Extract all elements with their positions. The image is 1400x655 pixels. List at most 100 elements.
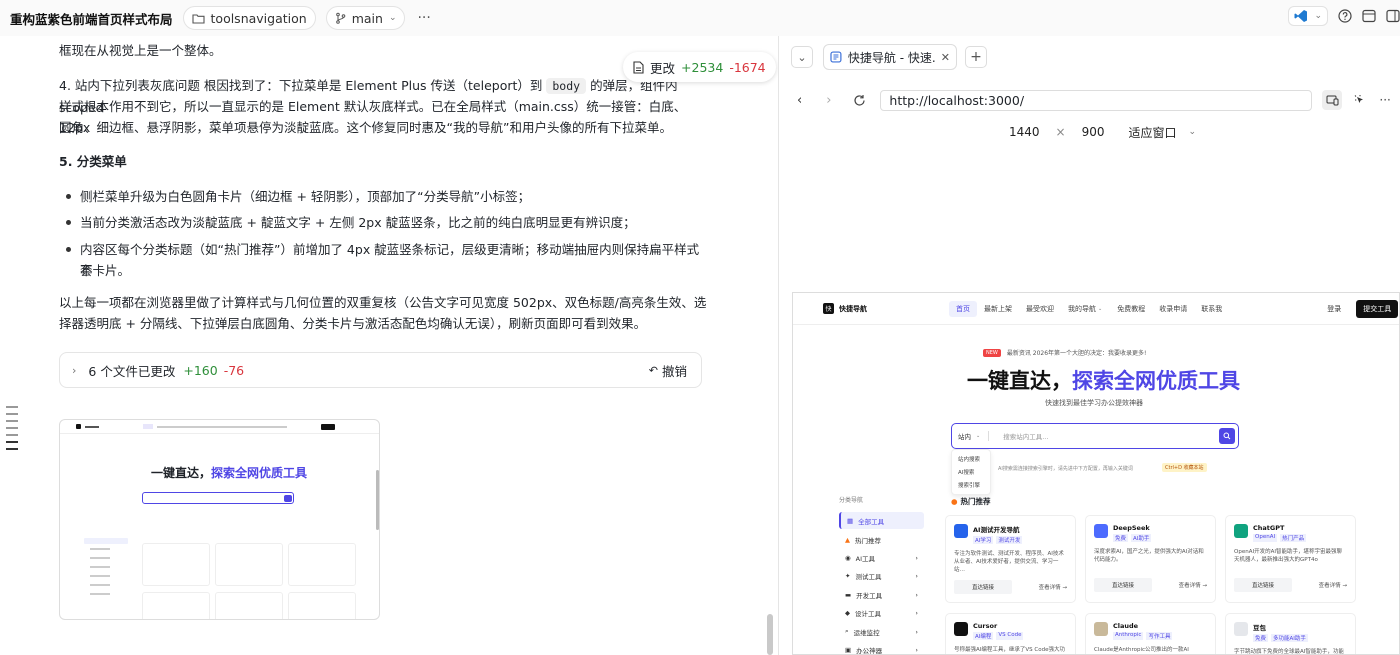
- undo-button[interactable]: ↶ 撤销: [649, 361, 687, 380]
- category-office[interactable]: ▣ 办公神器 ›: [839, 641, 924, 655]
- summary-line-1: 以上每一项都在浏览器里做了计算样式与几何位置的双重复核（公告文字可见宽度 502…: [59, 295, 707, 310]
- submit-tool-button[interactable]: 提交工具: [1356, 299, 1399, 318]
- device-toolbar-button[interactable]: [1322, 90, 1343, 110]
- tool-description: Claude是Anthropic公司推出的一款AI: [1094, 647, 1189, 653]
- details-link[interactable]: 查看详情 →: [1319, 581, 1347, 589]
- new-tab-button[interactable]: +: [965, 46, 987, 68]
- chevron-right-icon: ›: [915, 553, 918, 562]
- nav-contact[interactable]: 联系我: [1194, 301, 1229, 317]
- nav-tutorials[interactable]: 免费教程: [1110, 301, 1152, 317]
- fit-window-select[interactable]: 适应窗口: [1129, 124, 1177, 141]
- chevron-down-icon: ⌄: [1098, 305, 1103, 312]
- reload-icon[interactable]: [853, 94, 866, 107]
- forward-icon[interactable]: ›: [826, 93, 831, 108]
- tool-card[interactable]: DeepSeek 免费 AI助手 深度求索AI，国产之光，提供强大的AI对话和代码…: [1085, 515, 1216, 603]
- outline-minimap[interactable]: [6, 406, 18, 455]
- viewport-size-bar: 1440 × 900 适应窗口 ⌄: [779, 122, 1400, 142]
- changes-pill[interactable]: 更改 +2534 -1674: [623, 52, 776, 82]
- folder-chip[interactable]: toolsnavigation: [182, 6, 316, 30]
- category-ai[interactable]: ◉ AI工具 ›: [839, 549, 924, 566]
- nav-my-nav[interactable]: 我的导航: [1061, 301, 1103, 317]
- search-button[interactable]: [1219, 428, 1235, 444]
- chevron-right-icon: ›: [915, 608, 918, 617]
- new-badge: NEW: [983, 348, 1001, 357]
- help-icon[interactable]: [1338, 9, 1352, 23]
- url-input[interactable]: http://localhost:3000/: [880, 89, 1313, 111]
- chevron-right-icon: ›: [915, 590, 918, 599]
- close-tab-icon[interactable]: ✕: [941, 51, 950, 64]
- more-icon[interactable]: ···: [1379, 93, 1390, 107]
- dropdown-item[interactable]: AI搜索: [958, 467, 990, 480]
- visit-button[interactable]: 直达链接: [954, 580, 1013, 594]
- tool-card[interactable]: AI测试开发导航 AI学习 测试开发 专注为软件测试、测试开发、程序员、AI技术从…: [945, 515, 1076, 603]
- dropdown-item[interactable]: 站内搜索: [958, 454, 990, 467]
- thumbnail-hero: 一键直达，探索全网优质工具: [151, 466, 308, 480]
- tool-card[interactable]: Cursor AI编程 VS Code 号称最强AI编程工具，继承了VS Code…: [945, 613, 1076, 654]
- back-icon[interactable]: ‹: [797, 93, 802, 108]
- bullet-item: 内容区每个分类标题（如“热门推荐”）前增加了 4px 靛蓝竖条标记，层级更清晰；…: [66, 239, 710, 281]
- category-testing[interactable]: ✦ 测试工具 ›: [839, 567, 924, 584]
- tool-description: 深度求索AI，国产之光，提供强大的AI对话和代码能力。: [1094, 549, 1204, 563]
- announcement-text: 最新资讯 2026年第一个大胆的决定：我要收录更多!: [1006, 350, 1147, 357]
- viewport-width[interactable]: 1440: [1009, 125, 1040, 139]
- monitor-icon: ▬: [845, 590, 852, 599]
- chat-scrollbar[interactable]: [767, 614, 773, 655]
- screenshot-thumbnail[interactable]: 一键直达，探索全网优质工具: [59, 419, 380, 620]
- category-hot[interactable]: ▲ 热门推荐: [839, 531, 924, 548]
- search-input[interactable]: 搜索站内工具...: [1003, 431, 1048, 441]
- chevron-right-icon: ›: [915, 627, 918, 636]
- browser-tab-bar: ⌄ 快捷导航 - 快速. ✕ +: [779, 36, 1400, 78]
- category-ops[interactable]: ⌕ 运维监控 ›: [839, 623, 924, 640]
- fire-icon: ▲: [845, 535, 850, 544]
- nav-submit-request[interactable]: 收录申请: [1152, 301, 1194, 317]
- nav-latest[interactable]: 最新上架: [977, 301, 1019, 317]
- undo-label: 撤销: [661, 363, 687, 379]
- fire-icon: ●: [951, 497, 958, 506]
- chatgpt-icon: [1234, 524, 1248, 538]
- summary-line-2: 择器透明底 + 分隔线、下拉弹层白底圆角、分类卡片与激活态配色均确认无误），刷新…: [59, 316, 647, 331]
- more-options-icon[interactable]: ···: [417, 10, 430, 26]
- vscode-open-button[interactable]: ⌄: [1288, 6, 1328, 26]
- nav-home[interactable]: 首页: [949, 300, 977, 317]
- inspect-icon[interactable]: [1354, 94, 1367, 107]
- branch-selector[interactable]: main ⌄: [325, 6, 406, 30]
- thumbnail-navbar: [60, 420, 379, 434]
- tool-card[interactable]: ChatGPT OpenAI 热门产品 OpenAI开发的AI智能助手，堪称宇宙最…: [1225, 515, 1356, 603]
- chevron-down-icon: ⌄: [797, 50, 807, 64]
- chevron-down-icon: ⌄: [388, 13, 397, 23]
- search-box[interactable]: 站内 ⌄ 搜索站内工具...: [951, 423, 1239, 449]
- tool-card[interactable]: 豆包 免费多功能AI助手 字节跳动旗下免费的全球最AI智能助手，功能全: [1225, 613, 1356, 654]
- files-added: +160: [183, 362, 218, 378]
- tool-description: 号称最强AI编程工具，继承了VS Code强大功: [954, 647, 1065, 653]
- title-bar: 重构蓝紫色前端首页样式布局 toolsnavigation main ⌄ ···…: [0, 0, 1400, 36]
- collapse-button[interactable]: ⌄: [791, 46, 813, 68]
- sidebar-toggle-icon[interactable]: [1386, 9, 1400, 23]
- bullet-item: 当前分类激活态改为淡靛蓝底 + 靛蓝文字 + 左侧 2px 靛蓝竖条，比之前的纯…: [66, 212, 710, 233]
- browser-tab[interactable]: 快捷导航 - 快速. ✕: [823, 44, 957, 70]
- grid-icon: ▦: [847, 516, 854, 525]
- tool-card[interactable]: Claude Anthropic 写作工具 Claude是Anthropic公司推…: [1085, 613, 1216, 654]
- search-scope-dropdown: 站内搜索 AI搜索 搜索引擎: [951, 449, 991, 495]
- details-link[interactable]: 查看详情 →: [1039, 583, 1067, 591]
- chevron-down-icon: ⌄: [976, 433, 981, 439]
- item-4-heading: 4. 站内下拉列表灰底问题: [59, 78, 200, 93]
- chevron-down-icon: ⌄: [1188, 127, 1197, 137]
- chevron-down-icon: ⌄: [1314, 11, 1322, 21]
- tool-name: AI测试开发导航: [973, 526, 1020, 534]
- login-link[interactable]: 登录: [1327, 304, 1341, 314]
- nav-popular[interactable]: 最受欢迎: [1019, 301, 1061, 317]
- responsive-icon: [1326, 95, 1339, 105]
- category-design[interactable]: ◆ 设计工具 ›: [839, 604, 924, 621]
- search-scope-select[interactable]: 站内: [958, 431, 971, 441]
- details-link[interactable]: 查看详情 →: [1179, 581, 1207, 589]
- changed-files-bar[interactable]: › 6 个文件已更改 +160 -76 ↶ 撤销: [59, 352, 702, 388]
- category-dev[interactable]: ▬ 开发工具 ›: [839, 586, 924, 603]
- site-logo-icon: 快: [823, 303, 834, 314]
- category-all[interactable]: ▦ 全部工具: [839, 512, 924, 529]
- dropdown-item[interactable]: 搜索引擎: [958, 480, 990, 493]
- search-hint: AI搜索需连接搜索引擎时，请先进中下方配置，再输入关键词: [998, 466, 1133, 472]
- viewport-height[interactable]: 900: [1082, 125, 1105, 139]
- visit-button[interactable]: 直达链接: [1234, 578, 1293, 592]
- visit-button[interactable]: 直达链接: [1094, 578, 1153, 592]
- panel-toggle-icon[interactable]: [1362, 9, 1376, 23]
